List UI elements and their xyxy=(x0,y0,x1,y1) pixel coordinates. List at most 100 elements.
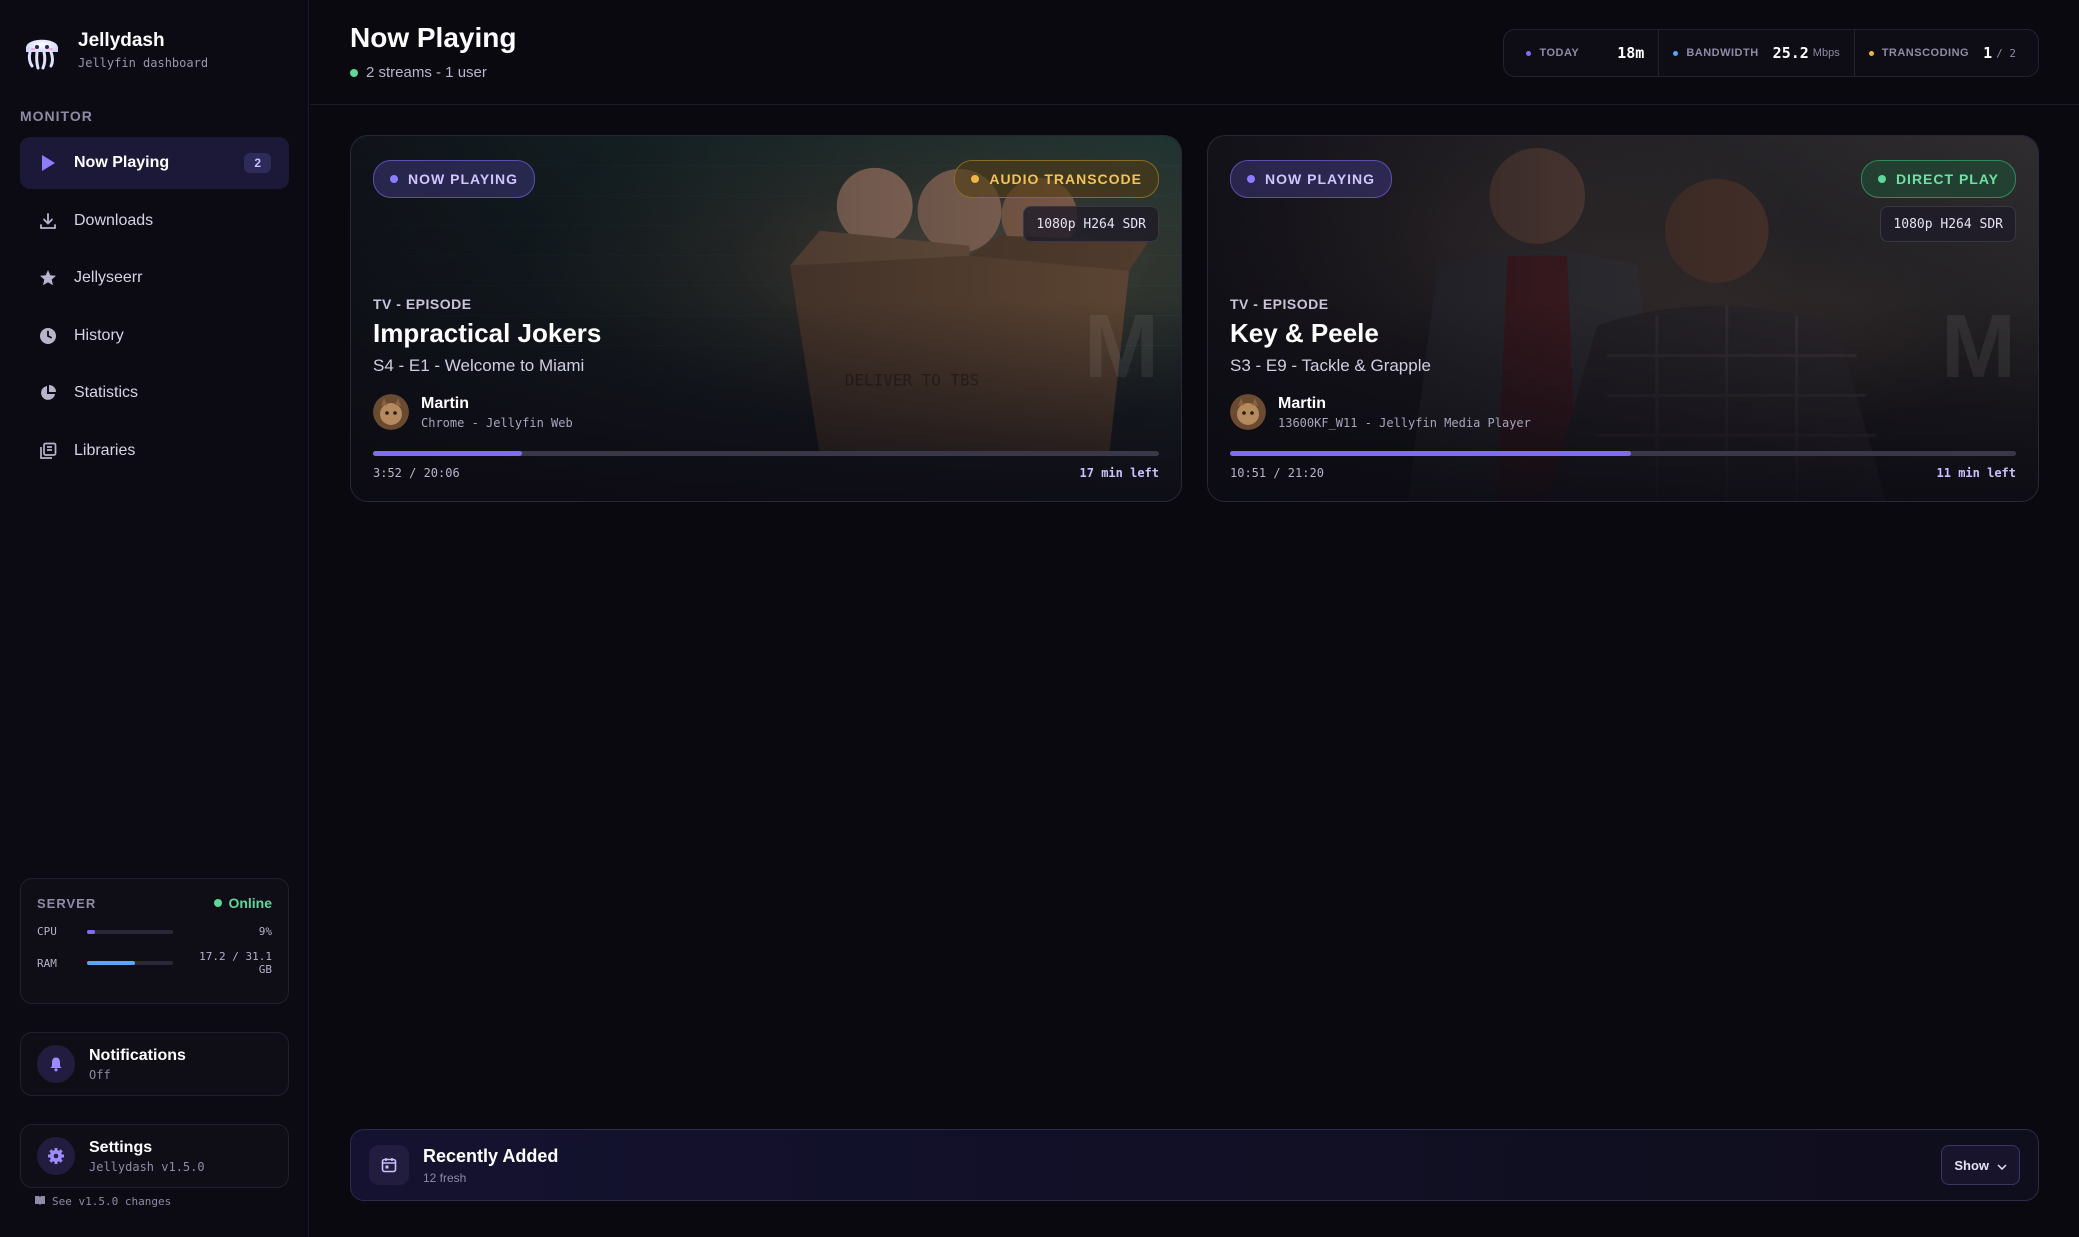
sidebar-item-jellyseerr[interactable]: Jellyseerr xyxy=(20,252,289,304)
quality-badge: 1080p H264 SDR xyxy=(1880,206,2016,242)
stat-today: TODAY 18m xyxy=(1512,30,1660,76)
ram-metric: RAM 17.2 / 31.1 GB xyxy=(37,950,272,976)
bell-icon xyxy=(37,1045,75,1083)
transcode-badge: AUDIO TRANSCODE xyxy=(954,160,1159,198)
stat-value: 18m xyxy=(1617,44,1645,62)
progress-fill xyxy=(1230,451,1631,456)
playback-time: 10:51 / 21:20 xyxy=(1230,466,1324,480)
media-kind: TV - EPISODE xyxy=(373,296,472,312)
app-name: Jellydash xyxy=(78,30,165,51)
recently-added-title: Recently Added xyxy=(423,1145,559,1166)
device-name: Chrome - Jellyfin Web xyxy=(421,415,573,430)
brand[interactable]: Jellydash Jellyfin dashboard xyxy=(20,28,208,72)
recently-added-bar[interactable]: Recently Added 12 fresh Show xyxy=(350,1129,2039,1201)
changelog-link[interactable]: See v1.5.0 changes xyxy=(34,1195,171,1208)
cpu-label: CPU xyxy=(37,925,57,938)
recently-added-count: 12 fresh xyxy=(423,1170,467,1185)
stat-label: TODAY xyxy=(1539,47,1580,59)
server-online-status: Online xyxy=(214,895,272,911)
page-header: Now Playing 2 streams - 1 user TODAY 18m… xyxy=(310,0,2079,105)
cpu-value: 9% xyxy=(258,925,272,938)
star-icon xyxy=(38,268,58,288)
stat-value: 1 xyxy=(1983,44,1993,62)
stats-bar: TODAY 18m BANDWIDTH 25.2 Mbps TRANSCODIN… xyxy=(1503,29,2039,77)
chevron-down-icon xyxy=(1997,1158,2007,1173)
sidebar-item-downloads[interactable]: Downloads xyxy=(20,195,289,247)
library-icon xyxy=(38,441,58,461)
show-button[interactable]: Show xyxy=(1941,1145,2020,1185)
status-dot-icon xyxy=(971,175,980,183)
pie-chart-icon xyxy=(38,383,58,403)
device-name: 13600KF_W11 - Jellyfin Media Player xyxy=(1278,415,1531,430)
show-label: Show xyxy=(1954,1157,1989,1173)
user-name: Martin xyxy=(1278,394,1326,412)
mode-label: AUDIO TRANSCODE xyxy=(989,171,1142,187)
sidebar-item-label: History xyxy=(74,326,124,344)
media-kind: TV - EPISODE xyxy=(1230,296,1329,312)
status-dot-icon xyxy=(1247,175,1255,183)
jellyfish-logo-icon xyxy=(26,39,58,70)
avatar xyxy=(1230,394,1266,430)
play-icon xyxy=(38,153,58,173)
playback-progress[interactable] xyxy=(1230,451,2016,456)
settings-button[interactable]: Settings Jellydash v1.5.0 xyxy=(20,1124,289,1188)
calendar-icon xyxy=(369,1145,409,1185)
sidebar-item-now-playing[interactable]: Now Playing 2 xyxy=(20,137,289,189)
status-label: NOW PLAYING xyxy=(408,171,519,187)
stat-label: TRANSCODING xyxy=(1881,47,1970,59)
library-watermark: M xyxy=(1941,297,2016,397)
session-user: Martin Chrome - Jellyfin Web xyxy=(373,394,573,430)
playback-progress[interactable] xyxy=(373,451,1159,456)
episode-title: S4 - E1 - Welcome to Miami xyxy=(373,356,585,375)
sidebar-item-history[interactable]: History xyxy=(20,310,289,362)
session-card[interactable]: M NOW PLAYING DIRECT PLAY 1080p H264 SDR… xyxy=(1207,135,2039,502)
status-dot-icon xyxy=(214,899,223,907)
server-title: SERVER xyxy=(37,895,97,911)
status-dot-icon xyxy=(390,175,398,183)
app-subtitle: Jellyfin dashboard xyxy=(78,56,209,70)
settings-title: Settings xyxy=(89,1138,153,1156)
mode-label: DIRECT PLAY xyxy=(1895,171,1999,187)
stat-dot-icon xyxy=(1868,50,1874,56)
clock-icon xyxy=(38,326,58,346)
stat-unit: / 2 xyxy=(1996,46,2016,60)
episode-title: S3 - E9 - Tackle & Grapple xyxy=(1230,356,1431,375)
media-title: Key & Peele xyxy=(1230,318,1379,348)
notifications-title: Notifications xyxy=(89,1046,186,1064)
stat-dot-icon xyxy=(1526,50,1532,56)
stat-unit: Mbps xyxy=(1812,47,1840,59)
stat-bandwidth: BANDWIDTH 25.2 Mbps xyxy=(1659,30,1855,76)
session-card[interactable]: DELIVER TO TBS M NOW PLAYING AUDIO TRANS… xyxy=(350,135,1182,502)
stat-transcoding: TRANSCODING 1 / 2 xyxy=(1855,30,2030,76)
server-status-panel: SERVER Online CPU 9% RAM 17.2 / 31.1 GB xyxy=(20,878,289,1004)
library-watermark: M xyxy=(1084,297,1159,397)
sidebar-item-label: Now Playing xyxy=(74,154,170,171)
book-icon xyxy=(34,1195,46,1208)
page-title: Now Playing xyxy=(350,22,517,53)
ram-bar xyxy=(87,961,173,965)
direct-play-badge: DIRECT PLAY xyxy=(1860,160,2016,198)
sidebar-item-libraries[interactable]: Libraries xyxy=(20,425,289,477)
cpu-metric: CPU 9% xyxy=(37,925,272,938)
status-label: NOW PLAYING xyxy=(1265,171,1376,187)
page-subtitle: 2 streams - 1 user xyxy=(350,64,487,81)
sidebar-item-label: Downloads xyxy=(74,211,154,229)
live-dot-icon xyxy=(350,68,358,77)
now-playing-badge: NOW PLAYING xyxy=(373,160,536,198)
count-badge: 2 xyxy=(244,153,271,173)
stat-dot-icon xyxy=(1673,50,1679,56)
user-name: Martin xyxy=(421,394,469,412)
sidebar-item-label: Statistics xyxy=(74,384,139,401)
sidebar-item-label: Libraries xyxy=(74,441,136,459)
sidebar-item-statistics[interactable]: Statistics xyxy=(20,367,289,419)
playback-time: 3:52 / 20:06 xyxy=(373,466,460,480)
notifications-status: Off xyxy=(89,1067,111,1082)
section-label-monitor: MONITOR xyxy=(20,108,93,124)
gear-icon xyxy=(37,1137,75,1175)
stat-value: 25.2 xyxy=(1772,44,1809,62)
notifications-button[interactable]: Notifications Off xyxy=(20,1032,289,1096)
time-remaining: 11 min left xyxy=(1936,466,2016,480)
cpu-bar-fill xyxy=(87,929,95,934)
progress-fill xyxy=(373,451,523,456)
sidebar-item-label: Jellyseerr xyxy=(74,269,143,286)
